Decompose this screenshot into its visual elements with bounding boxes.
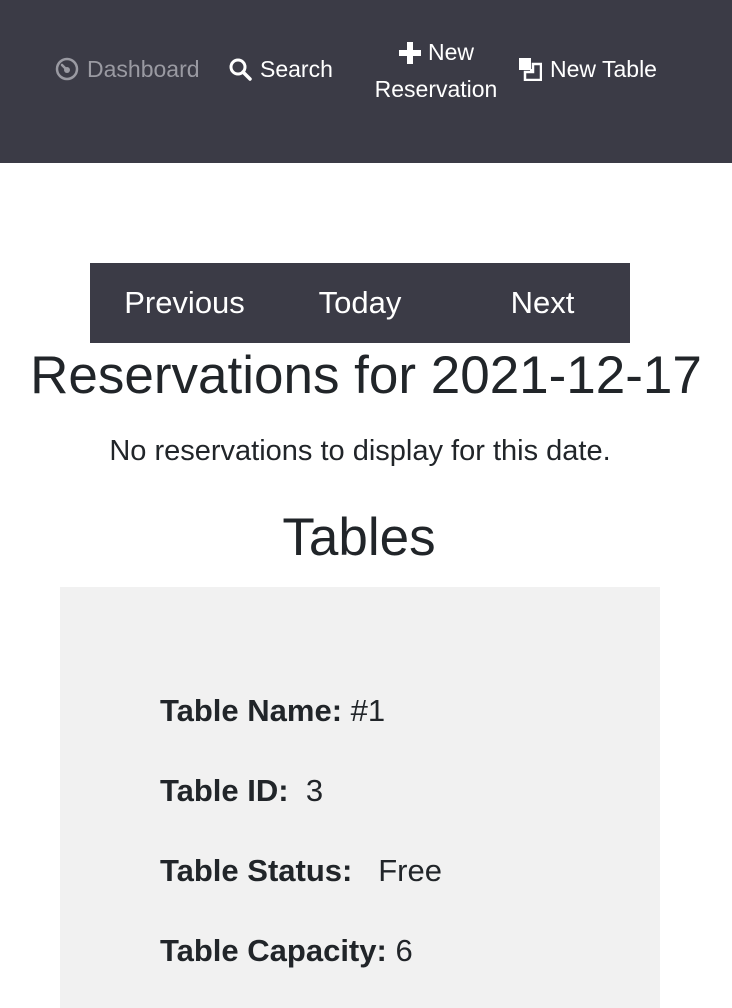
nav-search-link[interactable]: Search	[228, 54, 333, 84]
plus-icon	[398, 41, 422, 65]
nav-dashboard-label: Dashboard	[87, 55, 200, 82]
date-navigation: Previous Today Next	[90, 263, 630, 343]
new-table-icon	[518, 57, 542, 81]
table-name-label: Table Name:	[160, 693, 343, 728]
previous-day-button[interactable]: Previous	[112, 263, 257, 343]
reservations-empty-message: No reservations to display for this date…	[109, 435, 611, 467]
table-name-value: #1	[350, 693, 386, 728]
nav-new-reservation-label-line2: Reservation	[374, 76, 498, 102]
table-capacity-label: Table Capacity:	[160, 933, 387, 968]
nav-new-reservation-link[interactable]: New Reservation	[366, 34, 506, 108]
table-capacity-value: 6	[395, 933, 413, 968]
page-title: Reservations for 2021-12-17	[30, 346, 702, 405]
next-day-button[interactable]: Next	[495, 263, 590, 343]
table-status-value: Free	[378, 853, 442, 888]
nav-new-table-label: New Table	[550, 55, 657, 82]
table-id-field: Table ID: 3	[160, 771, 323, 811]
tables-section-title: Tables	[282, 508, 436, 567]
today-button[interactable]: Today	[300, 263, 420, 343]
table-id-label: Table ID:	[160, 773, 289, 808]
table-id-value: 3	[305, 773, 324, 808]
search-icon	[228, 57, 252, 81]
table-status-field: Table Status: Free	[160, 851, 442, 891]
table-name-field: Table Name: #1	[160, 691, 385, 731]
nav-new-table-link[interactable]: New Table	[518, 54, 657, 84]
nav-dashboard-link[interactable]: Dashboard	[55, 54, 200, 84]
top-navbar: Dashboard Search New Reservation New Tab…	[0, 0, 732, 163]
table-status-label: Table Status:	[160, 853, 353, 888]
table-capacity-field: Table Capacity: 6	[160, 931, 413, 971]
nav-new-reservation-label-line1: New	[427, 39, 474, 65]
dashboard-gauge-icon	[55, 57, 79, 81]
nav-search-label: Search	[260, 55, 333, 82]
table-card: Table Name: #1 Table ID: 3 Table Status:…	[60, 587, 660, 1008]
